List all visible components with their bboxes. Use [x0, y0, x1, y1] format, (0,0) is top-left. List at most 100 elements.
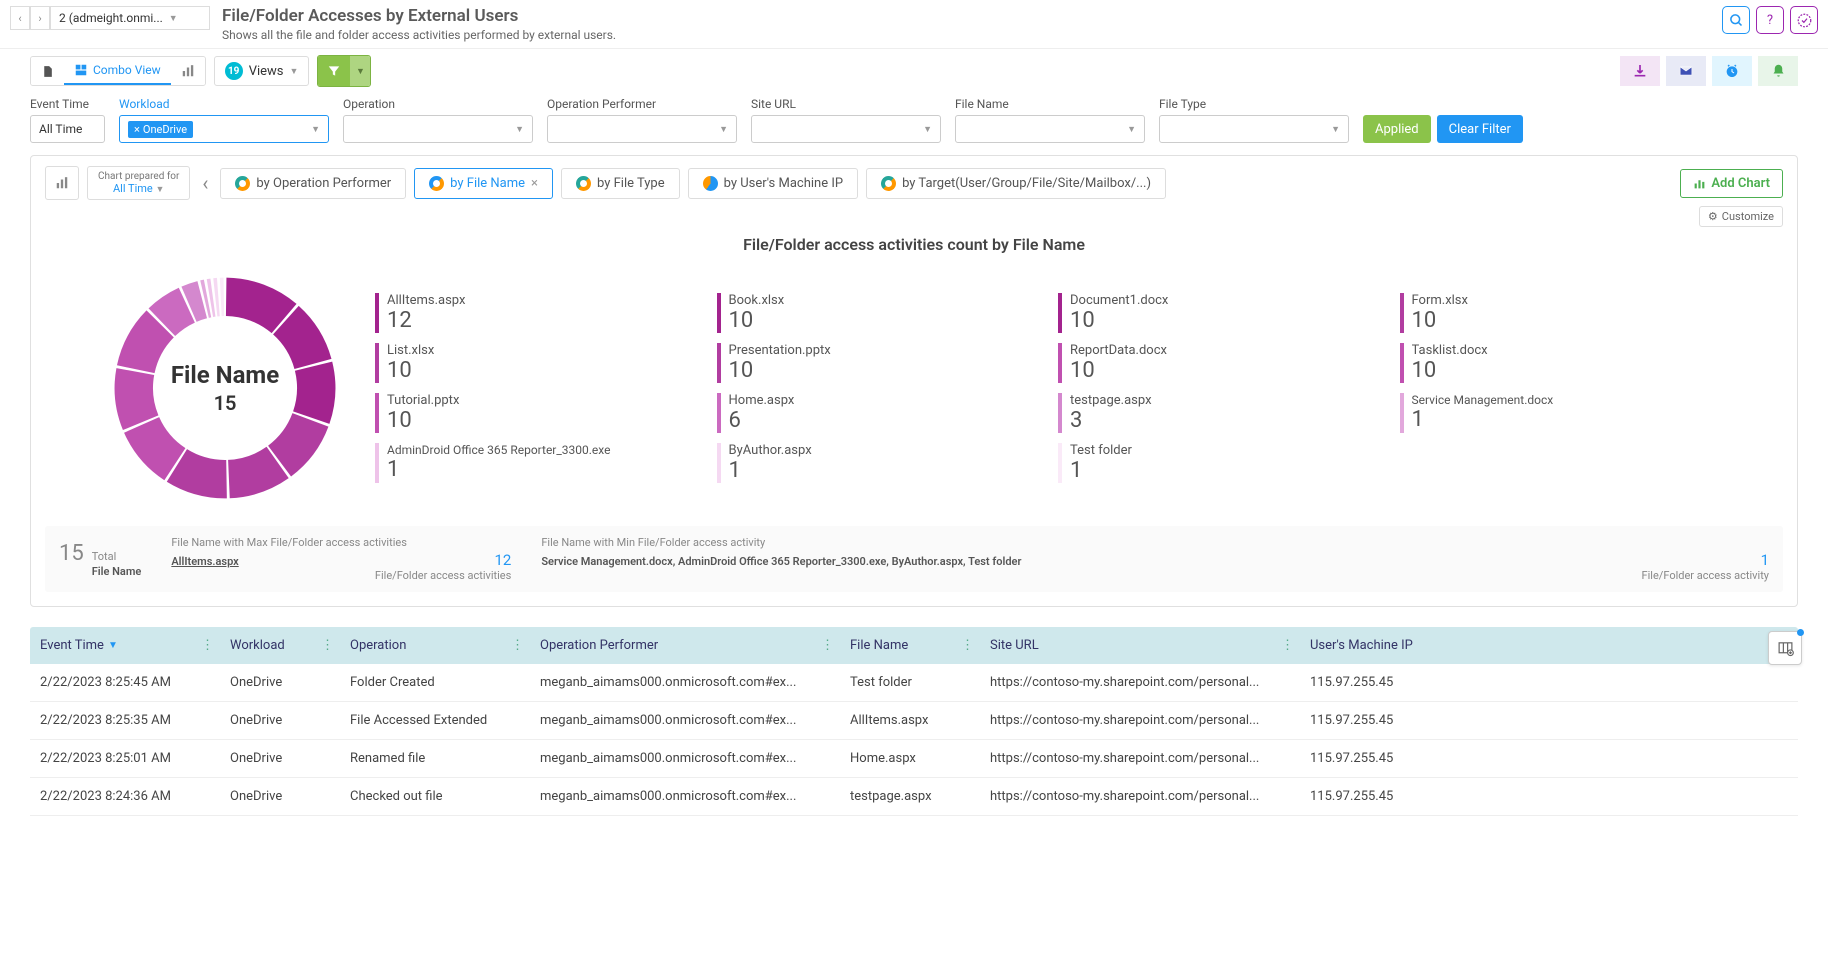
col-menu-icon[interactable]: ⋮	[511, 638, 524, 653]
chevron-down-icon: ▼	[1127, 124, 1136, 135]
legend-item[interactable]: Document1.docx10	[1058, 293, 1382, 333]
ring-icon	[235, 176, 250, 191]
table-row[interactable]: 2/22/2023 8:24:36 AMOneDriveChecked out …	[30, 778, 1798, 816]
close-icon[interactable]: ×	[531, 176, 538, 191]
add-chart-button[interactable]: Add Chart	[1680, 169, 1783, 198]
legend-item[interactable]: ByAuthor.aspx1	[717, 443, 1041, 483]
col-workload[interactable]: Workload⋮	[220, 627, 340, 664]
filetype-select[interactable]: ▼	[1159, 115, 1349, 143]
filter-dropdown-toggle[interactable]: ▼	[350, 56, 370, 86]
legend-item[interactable]: Service Management.docx1	[1400, 393, 1724, 433]
table-header: Event Time ▼⋮ Workload⋮ Operation⋮ Opera…	[30, 627, 1798, 664]
alert-button[interactable]	[1758, 56, 1798, 86]
table-row[interactable]: 2/22/2023 8:25:45 AMOneDriveFolder Creat…	[30, 664, 1798, 702]
check-button[interactable]	[1790, 6, 1818, 34]
legend-item[interactable]: List.xlsx10	[375, 343, 699, 383]
legend-item[interactable]: Tasklist.docx10	[1400, 343, 1724, 383]
download-button[interactable]	[1620, 56, 1660, 86]
filter-label: Site URL	[751, 97, 941, 111]
chart-title: File/Folder access activities count by F…	[45, 235, 1783, 254]
legend-item[interactable]: Test folder1	[1058, 443, 1382, 483]
col-menu-icon[interactable]: ⋮	[321, 638, 334, 653]
performer-select[interactable]: ▼	[547, 115, 737, 143]
table-row[interactable]: 2/22/2023 8:25:35 AMOneDriveFile Accesse…	[30, 702, 1798, 740]
workload-select[interactable]: × OneDrive ▼	[119, 115, 329, 143]
legend-item[interactable]: AdminDroid Office 365 Reporter_3300.exe1	[375, 443, 699, 483]
legend-item[interactable]: Home.aspx6	[717, 393, 1041, 433]
chevron-down-icon: ▼	[515, 124, 524, 135]
legend-item[interactable]: AllItems.aspx12	[375, 293, 699, 333]
nav-prev-button[interactable]: ‹	[10, 6, 30, 30]
search-button[interactable]	[1722, 6, 1750, 34]
mail-button[interactable]	[1666, 56, 1706, 86]
schedule-button[interactable]	[1712, 56, 1752, 86]
toolbar: Combo View 19 Views ▼ ▼	[0, 49, 1828, 93]
tab-file-name[interactable]: by File Name×	[414, 168, 553, 199]
col-menu-icon[interactable]: ⋮	[1281, 638, 1294, 653]
filter-label: Operation Performer	[547, 97, 737, 111]
col-event-time[interactable]: Event Time ▼⋮	[30, 627, 220, 664]
funnel-icon[interactable]	[318, 56, 350, 86]
chart-prev-button[interactable]: ‹	[198, 171, 212, 195]
filter-bar: Event Time All Time Workload × OneDrive ▼…	[0, 93, 1828, 155]
col-menu-icon[interactable]: ⋮	[961, 638, 974, 653]
breadcrumb-select[interactable]: 2 (admeight.onmi... ▼	[50, 6, 210, 30]
chevron-down-icon: ▼	[1331, 124, 1340, 135]
legend-item[interactable]: Tutorial.pptx10	[375, 393, 699, 433]
page-subtitle: Shows all the file and folder access act…	[222, 28, 616, 42]
siteurl-select[interactable]: ▼	[751, 115, 941, 143]
doc-view-button[interactable]	[31, 57, 64, 85]
views-label: Views	[249, 64, 284, 79]
chart-prepared-for[interactable]: Chart prepared for All Time ▼	[87, 166, 190, 200]
views-count-badge: 19	[225, 62, 243, 80]
results-table: Event Time ▼⋮ Workload⋮ Operation⋮ Opera…	[30, 627, 1798, 816]
operation-select[interactable]: ▼	[343, 115, 533, 143]
donut-chart[interactable]: File Name 15	[105, 268, 345, 508]
col-menu-icon[interactable]: ⋮	[201, 638, 214, 653]
workload-chip[interactable]: × OneDrive	[128, 121, 193, 138]
filter-label: File Type	[1159, 97, 1349, 111]
legend-item[interactable]: testpage.aspx3	[1058, 393, 1382, 433]
col-site-url[interactable]: Site URL⋮	[980, 627, 1300, 664]
filename-select[interactable]: ▼	[955, 115, 1145, 143]
tab-machine-ip[interactable]: by User's Machine IP	[688, 168, 858, 199]
col-menu-icon[interactable]: ⋮	[821, 638, 834, 653]
views-dropdown[interactable]: 19 Views ▼	[214, 56, 310, 86]
event-time-select[interactable]: All Time	[30, 115, 105, 143]
ring-icon	[576, 176, 591, 191]
chevron-down-icon: ▼	[169, 13, 178, 24]
chevron-down-icon: ▼	[311, 124, 320, 135]
breadcrumb-label: 2 (admeight.onmi...	[59, 11, 163, 25]
chart-legend: AllItems.aspx12 Book.xlsx10 Document1.docx…	[375, 293, 1723, 483]
col-machine-ip[interactable]: User's Machine IP	[1300, 627, 1430, 664]
col-performer[interactable]: Operation Performer⋮	[530, 627, 840, 664]
nav-next-button[interactable]: ›	[30, 6, 50, 30]
legend-item[interactable]: Presentation.pptx10	[717, 343, 1041, 383]
col-operation[interactable]: Operation⋮	[340, 627, 530, 664]
header-bar: ‹ › 2 (admeight.onmi... ▼ File/Folder Ac…	[0, 0, 1828, 49]
clear-filter-button[interactable]: Clear Filter	[1437, 115, 1523, 143]
table-row[interactable]: 2/22/2023 8:25:01 AMOneDriveRenamed file…	[30, 740, 1798, 778]
tab-target[interactable]: by Target(User/Group/File/Site/Mailbox/.…	[866, 168, 1166, 199]
tab-operation-performer[interactable]: by Operation Performer	[220, 168, 406, 199]
col-file-name[interactable]: File Name⋮	[840, 627, 980, 664]
combo-view-label: Combo View	[93, 63, 161, 77]
help-button[interactable]: ?	[1756, 6, 1784, 34]
customize-button[interactable]: ⚙ Customize	[1699, 206, 1783, 227]
chart-type-icon[interactable]	[45, 166, 79, 200]
ring-icon	[881, 176, 896, 191]
filter-toggle[interactable]: ▼	[317, 55, 371, 87]
legend-item[interactable]: ReportData.docx10	[1058, 343, 1382, 383]
legend-item[interactable]: Book.xlsx10	[717, 293, 1041, 333]
legend-item[interactable]: Form.xlsx10	[1400, 293, 1724, 333]
applied-button[interactable]: Applied	[1363, 115, 1431, 143]
chart-panel: Chart prepared for All Time ▼ ‹ by Opera…	[30, 155, 1798, 607]
chart-view-button[interactable]	[171, 57, 205, 85]
donut-center-label: File Name	[171, 361, 279, 389]
filter-label: Event Time	[30, 97, 105, 111]
filter-label: File Name	[955, 97, 1145, 111]
column-chooser-button[interactable]	[1768, 631, 1802, 665]
tab-file-type[interactable]: by File Type	[561, 168, 680, 199]
filter-label: Workload	[119, 97, 329, 111]
combo-view-button[interactable]: Combo View	[64, 57, 171, 85]
